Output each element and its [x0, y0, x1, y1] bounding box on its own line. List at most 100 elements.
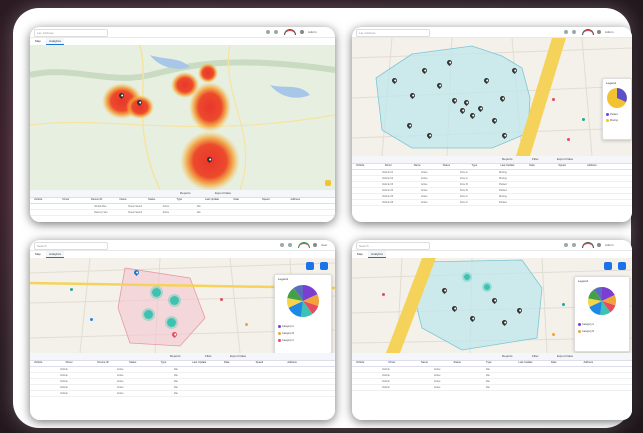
tab-map[interactable]: Map [32, 38, 44, 45]
column-header[interactable]: Name [414, 164, 421, 167]
column-header[interactable]: Address [291, 198, 301, 201]
cluster-marker[interactable] [150, 286, 163, 299]
cluster-marker[interactable] [168, 294, 181, 307]
reports-button[interactable]: Reports [502, 157, 513, 162]
avatar[interactable] [313, 243, 317, 247]
column-header[interactable]: Speed [558, 164, 566, 167]
column-header[interactable]: Speed [262, 198, 270, 201]
export-button[interactable]: Export Data [557, 354, 573, 359]
search-input[interactable]: Search [356, 242, 430, 250]
avatar[interactable] [597, 30, 601, 34]
avatar[interactable] [300, 30, 304, 34]
column-header[interactable]: Name [120, 198, 127, 201]
layers-button[interactable] [306, 262, 314, 270]
poi-marker[interactable] [245, 323, 248, 326]
user-name[interactable]: Admin [308, 30, 317, 34]
user-name[interactable]: Admin [605, 243, 614, 247]
notification-icon[interactable] [564, 30, 568, 34]
layers-button[interactable] [325, 180, 331, 186]
column-header[interactable]: Device ID [91, 198, 102, 201]
column-header[interactable]: Date [529, 164, 534, 167]
reports-button[interactable]: Reports [502, 354, 513, 359]
heatmap-map[interactable] [30, 45, 335, 190]
column-header[interactable]: Date [551, 361, 556, 364]
column-header[interactable]: Status [129, 361, 136, 364]
avatar[interactable] [597, 243, 601, 247]
tab-analytics[interactable]: Analytics [46, 38, 65, 45]
poi-marker[interactable] [220, 298, 223, 301]
poi-marker[interactable] [70, 288, 73, 291]
column-header[interactable]: Last Update [205, 198, 219, 201]
column-header[interactable]: Vehicle [34, 361, 42, 364]
column-header[interactable]: Driver [66, 361, 73, 364]
cluster-marker[interactable] [482, 282, 492, 292]
column-header[interactable]: Status [443, 164, 450, 167]
column-header[interactable]: Speed [256, 361, 264, 364]
tab-analytics[interactable]: Analytics [46, 251, 65, 258]
zone-map[interactable]: Legend Parked Moving [352, 38, 632, 156]
search-input[interactable]: Lat, Address [34, 29, 108, 37]
column-header[interactable]: Last Update [500, 164, 514, 167]
settings-icon[interactable] [288, 243, 292, 247]
settings-icon[interactable] [572, 243, 576, 247]
poi-marker[interactable] [382, 293, 385, 296]
notification-icon[interactable] [564, 243, 568, 247]
column-header[interactable]: Date [234, 198, 239, 201]
export-button[interactable]: Export Data [230, 354, 246, 359]
column-header[interactable]: Type [486, 361, 492, 364]
tab-map[interactable]: Map [32, 251, 44, 258]
export-button[interactable]: Export Data [215, 191, 231, 196]
user-name[interactable]: Admin [605, 30, 614, 34]
poi-marker[interactable] [552, 333, 555, 336]
reports-button[interactable]: Reports [180, 191, 191, 196]
search-input[interactable]: Lat, Address [356, 29, 430, 37]
poi-marker[interactable] [562, 303, 565, 306]
table-row[interactable]: Delivery Van Route Sector Active Idle [30, 210, 335, 216]
column-header[interactable]: Type [161, 361, 167, 364]
column-header[interactable]: Vehicle [356, 361, 364, 364]
table-row[interactable]: Vehicle Active Idle [352, 385, 632, 391]
column-header[interactable]: Type [177, 198, 183, 201]
column-header[interactable]: Driver [385, 164, 392, 167]
export-button[interactable]: Export Data [557, 157, 573, 162]
cluster-marker[interactable] [142, 308, 155, 321]
settings-icon[interactable] [572, 30, 576, 34]
reports-button[interactable]: Reports [170, 354, 181, 359]
poi-marker[interactable] [567, 138, 570, 141]
filter-button[interactable]: Filter [205, 354, 212, 359]
notification-icon[interactable] [266, 30, 270, 34]
tab-analytics[interactable]: Analytics [368, 251, 387, 258]
fullscreen-button[interactable] [618, 262, 626, 270]
poi-marker[interactable] [552, 98, 555, 101]
poi-marker[interactable] [90, 318, 93, 321]
fullscreen-button[interactable] [320, 262, 328, 270]
column-header[interactable]: Last Update [519, 361, 533, 364]
layers-button[interactable] [604, 262, 612, 270]
tab-map[interactable]: Map [354, 251, 366, 258]
table-row[interactable]: Vehicle Active Idle [30, 391, 335, 397]
column-header[interactable]: Status [454, 361, 461, 364]
filter-button[interactable]: Filter [532, 354, 539, 359]
column-header[interactable]: Status [148, 198, 155, 201]
cluster-map[interactable]: Legend Category A Category B Category C [30, 258, 335, 353]
column-header[interactable]: Device ID [97, 361, 108, 364]
settings-icon[interactable] [274, 30, 278, 34]
filter-button[interactable]: Filter [532, 157, 539, 162]
search-input[interactable]: Search [34, 242, 108, 250]
column-header[interactable]: Name [421, 361, 428, 364]
user-name[interactable]: User [321, 243, 327, 247]
column-header[interactable]: Last Update [192, 361, 206, 364]
table-row[interactable]: Vehicle 06 Active Zone C Parked [352, 200, 632, 206]
column-header[interactable]: Address [287, 361, 297, 364]
cluster-marker[interactable] [165, 316, 178, 329]
column-header[interactable]: Driver [63, 198, 70, 201]
column-header[interactable]: Address [587, 164, 597, 167]
zone-cluster-map[interactable]: Legend Category A Category B [352, 258, 632, 353]
column-header[interactable]: Vehicle [356, 164, 364, 167]
column-header[interactable]: Vehicle [34, 198, 42, 201]
notification-icon[interactable] [280, 243, 284, 247]
poi-marker[interactable] [582, 118, 585, 121]
column-header[interactable]: Type [472, 164, 478, 167]
column-header[interactable]: Date [224, 361, 229, 364]
column-header[interactable]: Driver [389, 361, 396, 364]
